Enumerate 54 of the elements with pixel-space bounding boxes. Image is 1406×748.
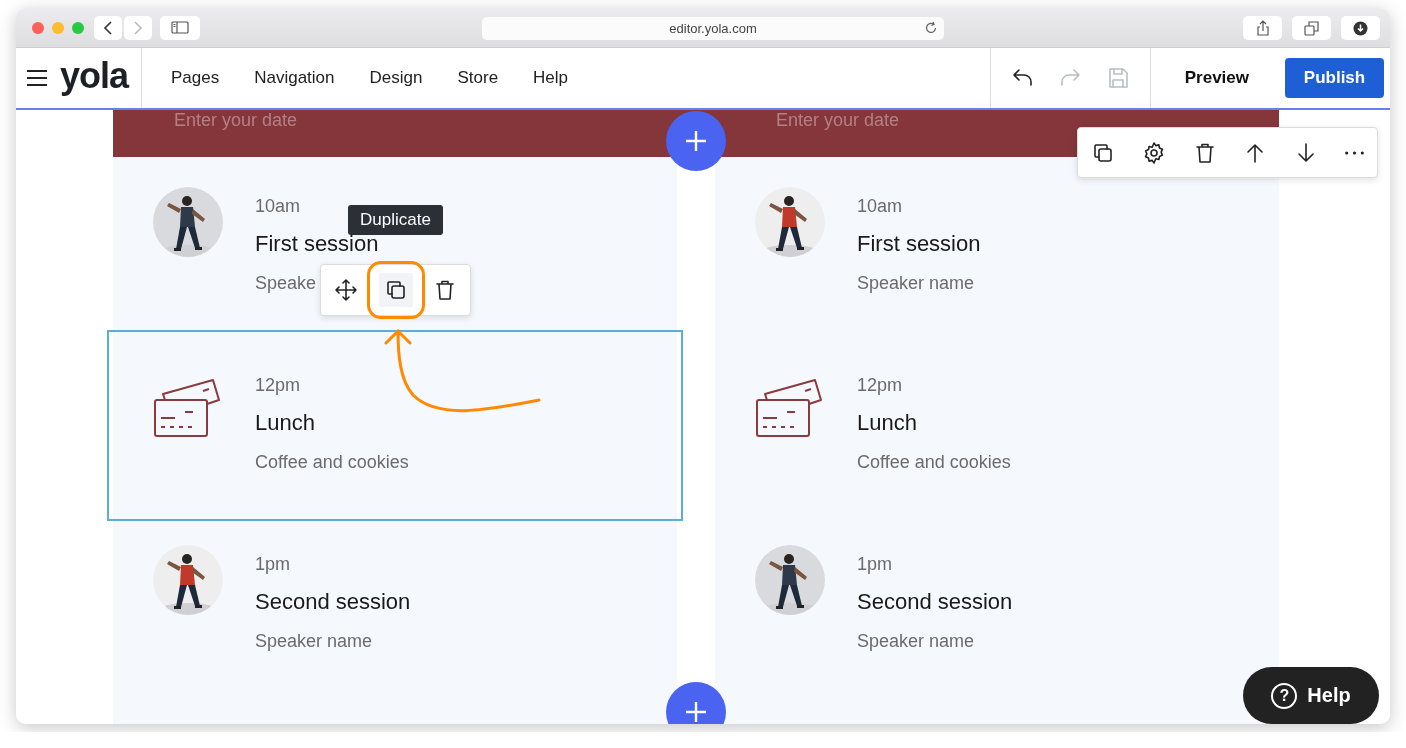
tabs-icon: [1304, 20, 1319, 36]
session-time: 10am: [857, 195, 903, 217]
credit-cards-icon: [755, 378, 825, 440]
selected-session-item[interactable]: 12pm Lunch Coffee and cookies: [113, 336, 677, 515]
more-icon: [1345, 150, 1364, 155]
plus-icon: [685, 701, 707, 723]
session-time: 12pm: [857, 374, 903, 396]
session-time: 12pm: [255, 374, 301, 396]
session-time: 1pm: [857, 553, 892, 575]
chevron-right-icon: [133, 20, 143, 35]
reload-icon[interactable]: [924, 21, 938, 35]
session-time: 10am: [255, 195, 301, 217]
nav-link[interactable]: Pages: [171, 68, 220, 88]
session-subtitle: Speake: [255, 272, 317, 294]
download-icon: [1353, 20, 1368, 36]
share-icon: [1255, 20, 1270, 36]
more-section-button[interactable]: [1345, 150, 1364, 155]
credit-cards-icon: [153, 378, 223, 440]
session-time: 1pm: [255, 553, 290, 575]
trash-icon: [433, 278, 457, 302]
chevron-left-icon: [103, 20, 113, 35]
preview-button[interactable]: Preview: [1178, 48, 1255, 108]
session-title: Second session: [255, 588, 411, 616]
nav-link[interactable]: Design: [369, 68, 423, 88]
session-title: Lunch: [255, 409, 315, 437]
tooltip: Duplicate: [348, 205, 443, 235]
session-subtitle: Speaker name: [255, 630, 373, 652]
plus-icon: [685, 130, 707, 152]
session-title: First session: [857, 230, 981, 258]
tabs-button[interactable]: [1292, 16, 1331, 40]
sidebar-icon: [171, 21, 189, 34]
session-title: Second session: [857, 588, 1013, 616]
logo[interactable]: yola: [60, 58, 129, 98]
back-button[interactable]: [94, 15, 122, 40]
session-subtitle: Speaker name: [857, 272, 975, 294]
address-field[interactable]: editor.yola.com: [482, 17, 944, 40]
publish-button[interactable]: Publish: [1285, 58, 1384, 98]
session-subtitle: Coffee and cookies: [255, 451, 409, 473]
date-text: Enter your date: [775, 110, 901, 130]
session-subtitle: Coffee and cookies: [857, 451, 1011, 473]
nav-link[interactable]: Navigation: [254, 68, 335, 88]
menu-icon[interactable]: [26, 69, 48, 87]
nav-link[interactable]: Help: [533, 68, 569, 88]
sidebar-button[interactable]: [160, 15, 200, 40]
share-button[interactable]: [1243, 16, 1282, 40]
url-text: editor.yola.com: [669, 21, 757, 36]
move-icon: [334, 278, 358, 302]
date-text: Enter your date: [173, 110, 299, 130]
session-title: Lunch: [857, 409, 917, 437]
help-button[interactable]: ? Help: [1243, 667, 1379, 724]
downloads-button[interactable]: [1341, 16, 1380, 40]
duplicate-button[interactable]: [378, 273, 413, 307]
nav-link[interactable]: Store: [457, 68, 499, 88]
session-subtitle: Speaker name: [857, 630, 975, 652]
